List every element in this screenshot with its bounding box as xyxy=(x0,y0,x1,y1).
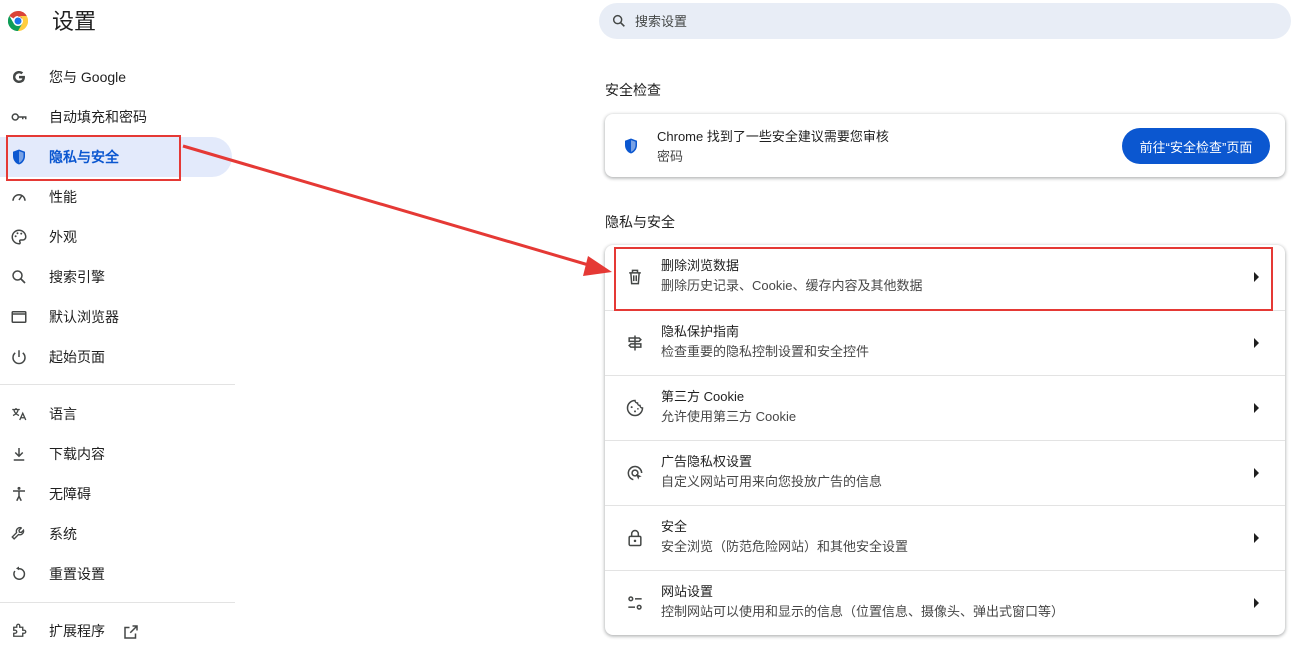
puzzle-icon xyxy=(13,623,27,637)
row-subtitle: 检查重要的隐私控制设置和安全控件 xyxy=(661,344,870,359)
palette-icon xyxy=(11,229,27,245)
sidebar-item-performance[interactable]: 性能 xyxy=(0,177,232,217)
sidebar-item-system[interactable]: 系统 xyxy=(0,514,232,554)
sidebar-divider xyxy=(0,602,235,603)
row-subtitle: 控制网站可以使用和显示的信息（位置信息、摄像头、弹出式窗口等） xyxy=(661,604,1065,619)
search-icon xyxy=(612,14,625,27)
speedometer-icon xyxy=(12,194,26,201)
sidebar-item-label: 隐私与安全 xyxy=(49,149,119,165)
row-ad-privacy[interactable]: 广告隐私权设置 自定义网站可用来向您投放广告的信息 xyxy=(605,440,1285,505)
row-subtitle: 允许使用第三方 Cookie xyxy=(661,409,797,424)
arrow-right-icon xyxy=(1254,468,1259,478)
arrow-right-icon xyxy=(1254,403,1259,413)
open-external-icon[interactable] xyxy=(122,623,140,641)
safety-check-message: Chrome 找到了一些安全建议需要您审核 xyxy=(657,129,889,144)
arrow-right-icon xyxy=(1254,272,1259,282)
sidebar-item-reset[interactable]: 重置设置 xyxy=(0,554,232,594)
search-input[interactable] xyxy=(633,12,1237,30)
sidebar-item-label: 您与 Google xyxy=(49,69,127,85)
arrow-right-icon xyxy=(1254,598,1259,608)
row-title: 删除浏览数据 xyxy=(661,258,740,273)
row-title: 隐私保护指南 xyxy=(661,324,740,339)
safety-check-heading: 安全检查 xyxy=(605,82,661,98)
download-icon xyxy=(13,448,25,461)
sidebar-item-label: 外观 xyxy=(49,229,77,245)
sidebar-item-you-and-google[interactable]: 您与 Google xyxy=(0,57,232,97)
sidebar-item-label: 搜索引擎 xyxy=(49,269,105,285)
row-title: 第三方 Cookie xyxy=(661,389,745,404)
sidebar-item-default-browser[interactable]: 默认浏览器 xyxy=(0,297,232,337)
sidebar-item-languages[interactable]: 语言 xyxy=(0,394,232,434)
arrow-right-icon xyxy=(1254,338,1259,348)
row-clear-browsing-data[interactable]: 删除浏览数据 删除历史记录、Cookie、缓存内容及其他数据 xyxy=(605,245,1285,310)
translate-icon xyxy=(12,408,27,421)
row-site-settings[interactable]: 网站设置 控制网站可以使用和显示的信息（位置信息、摄像头、弹出式窗口等） xyxy=(605,570,1285,635)
google-g-icon xyxy=(13,71,25,83)
sidebar-item-label: 扩展程序 xyxy=(49,623,105,639)
cookie-icon xyxy=(626,399,644,417)
browser-window-icon xyxy=(11,311,27,323)
chrome-logo-icon xyxy=(8,11,28,31)
shield-icon xyxy=(13,149,25,165)
row-title: 安全 xyxy=(661,519,688,534)
go-to-safety-check-button[interactable]: 前往“安全检查”页面 xyxy=(1122,128,1270,164)
sidebar-item-label: 无障碍 xyxy=(49,486,91,502)
sidebar-item-label: 语言 xyxy=(49,406,77,422)
sidebar-item-autofill[interactable]: 自动填充和密码 xyxy=(0,97,232,137)
shield-icon xyxy=(625,138,637,154)
sidebar-item-label: 默认浏览器 xyxy=(49,309,119,325)
sidebar-item-search-engine[interactable]: 搜索引擎 xyxy=(0,257,232,297)
sidebar-item-label: 自动填充和密码 xyxy=(49,109,147,125)
sidebar-item-label: 系统 xyxy=(49,526,77,542)
accessibility-icon xyxy=(13,486,25,502)
tune-icon xyxy=(628,596,642,610)
trash-icon xyxy=(629,269,641,285)
sidebar-item-appearance[interactable]: 外观 xyxy=(0,217,232,257)
row-subtitle: 自定义网站可用来向您投放广告的信息 xyxy=(661,474,883,489)
privacy-guide-icon xyxy=(628,335,642,351)
row-title: 广告隐私权设置 xyxy=(661,454,753,469)
sidebar-item-privacy-security[interactable]: 隐私与安全 xyxy=(0,137,232,177)
sidebar-item-label: 起始页面 xyxy=(49,349,105,365)
search-bar[interactable] xyxy=(599,3,1291,39)
sidebar-item-label: 下载内容 xyxy=(49,446,105,462)
arrow-right-icon xyxy=(1254,533,1259,543)
key-icon xyxy=(11,113,27,121)
privacy-card: 删除浏览数据 删除历史记录、Cookie、缓存内容及其他数据 隐私保护指南 检查… xyxy=(605,245,1285,635)
power-icon xyxy=(12,350,26,365)
reset-icon xyxy=(13,566,26,580)
privacy-heading: 隐私与安全 xyxy=(605,214,675,230)
ad-privacy-icon xyxy=(627,465,643,481)
row-security[interactable]: 安全 安全浏览（防范危险网站）和其他安全设置 xyxy=(605,505,1285,570)
sidebar-item-on-startup[interactable]: 起始页面 xyxy=(0,337,232,377)
sidebar-item-label: 性能 xyxy=(49,189,77,205)
wrench-icon xyxy=(11,526,25,540)
sidebar-divider xyxy=(0,384,235,385)
row-third-party-cookies[interactable]: 第三方 Cookie 允许使用第三方 Cookie xyxy=(605,375,1285,440)
row-title: 网站设置 xyxy=(661,584,714,599)
row-subtitle: 安全浏览（防范危险网站）和其他安全设置 xyxy=(661,539,909,554)
page-title: 设置 xyxy=(52,9,97,34)
search-icon xyxy=(12,270,26,284)
sidebar-item-accessibility[interactable]: 无障碍 xyxy=(0,474,232,514)
row-privacy-guide[interactable]: 隐私保护指南 检查重要的隐私控制设置和安全控件 xyxy=(605,310,1285,375)
sidebar-item-extensions[interactable]: 扩展程序 xyxy=(0,611,232,651)
lock-icon xyxy=(628,529,642,547)
sidebar-item-downloads[interactable]: 下载内容 xyxy=(0,434,232,474)
safety-check-card: Chrome 找到了一些安全建议需要您审核 密码 前往“安全检查”页面 xyxy=(605,114,1285,177)
safety-check-sub: 密码 xyxy=(657,149,684,164)
row-subtitle: 删除历史记录、Cookie、缓存内容及其他数据 xyxy=(661,278,923,293)
sidebar-item-label: 重置设置 xyxy=(49,566,105,582)
